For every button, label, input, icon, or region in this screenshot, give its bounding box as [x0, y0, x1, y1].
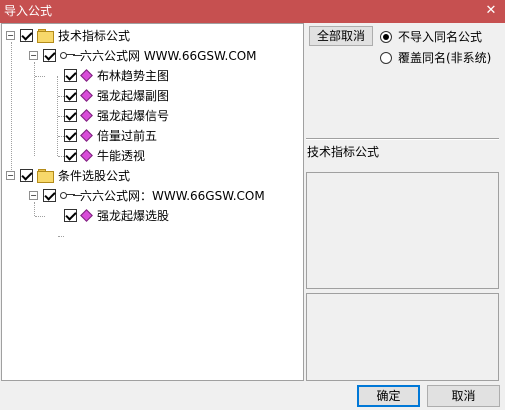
item-label: 倍量过前五 — [97, 128, 158, 143]
radio-skip-label: 不导入同名公式 — [398, 30, 483, 44]
key-icon — [60, 50, 76, 60]
formula-icon — [81, 69, 91, 82]
collapse-icon[interactable]: − — [29, 50, 38, 60]
tree-group-technical[interactable]: − 技术指标公式 — [6, 25, 130, 45]
key-icon — [60, 190, 76, 200]
item-checkbox[interactable] — [64, 88, 77, 102]
window-title: 导入公式 — [4, 4, 53, 18]
group-label: 技术指标公式 — [58, 28, 131, 43]
item-label: 强龙起爆选股 — [97, 208, 170, 223]
radio-overwrite-dot[interactable] — [380, 51, 392, 64]
collapse-icon[interactable]: − — [29, 190, 38, 200]
cancel-button[interactable]: 取消 — [427, 385, 500, 407]
item-label: 牛能透视 — [97, 148, 146, 163]
tree-item[interactable]: 倍量过前五 — [64, 125, 157, 145]
ok-button[interactable]: 确定 — [357, 385, 420, 407]
formula-icon — [81, 129, 91, 142]
collapse-icon[interactable]: − — [6, 170, 15, 180]
radio-skip-dot[interactable] — [380, 30, 392, 43]
formula-icon — [81, 149, 91, 162]
formula-description-panel[interactable] — [306, 293, 499, 381]
tree-connector — [11, 42, 12, 176]
tree-group-stock-selection[interactable]: − 条件选股公式 — [6, 165, 130, 185]
item-checkbox[interactable] — [64, 68, 77, 82]
radio-overwrite-duplicates[interactable]: 覆盖同名(非系统) — [380, 49, 491, 66]
item-label: 布林趋势主图 — [97, 68, 170, 83]
group-checkbox[interactable] — [20, 28, 33, 42]
cancel-all-button[interactable]: 全部取消 — [309, 26, 373, 46]
source-checkbox[interactable] — [43, 48, 56, 62]
tree-item[interactable]: 布林趋势主图 — [64, 65, 169, 85]
collapse-icon[interactable]: − — [6, 30, 15, 40]
item-label: 强龙起爆副图 — [97, 88, 170, 103]
formula-detail-panel[interactable] — [306, 172, 499, 289]
tree-source-node[interactable]: − 六六公式网 WWW.66GSW.COM — [29, 45, 257, 65]
formula-icon — [81, 209, 91, 222]
item-checkbox[interactable] — [64, 208, 77, 222]
folder-icon — [37, 169, 54, 183]
tree-item[interactable]: 牛能透视 — [64, 145, 145, 165]
item-label: 强龙起爆信号 — [97, 108, 170, 123]
tree-connector — [35, 216, 45, 217]
group-checkbox[interactable] — [20, 168, 33, 182]
radio-overwrite-label: 覆盖同名(非系统) — [398, 51, 492, 65]
radio-skip-duplicates[interactable]: 不导入同名公式 — [380, 28, 482, 45]
item-checkbox[interactable] — [64, 108, 77, 122]
formula-tree[interactable]: − 技术指标公式 − 六六公式网 WWW.66GSW.COM 布林趋势主图 强龙… — [1, 23, 304, 381]
folder-icon — [37, 29, 54, 43]
tree-item[interactable]: 强龙起爆信号 — [64, 105, 169, 125]
source-checkbox[interactable] — [43, 188, 56, 202]
formula-icon — [81, 89, 91, 102]
formula-icon — [81, 109, 91, 122]
close-icon[interactable]: ✕ — [483, 3, 499, 19]
import-formula-dialog: 导入公式 ✕ − 技术指标公式 − 六六公式网 WWW.66GSW.COM 布林… — [0, 0, 505, 410]
tree-item[interactable]: 强龙起爆选股 — [64, 205, 169, 225]
tree-connector — [58, 236, 64, 237]
source-label: 六六公式网 WWW.66GSW.COM — [80, 48, 257, 63]
tree-item[interactable]: 强龙起爆副图 — [64, 85, 169, 105]
item-checkbox[interactable] — [64, 148, 77, 162]
group-label: 条件选股公式 — [58, 168, 131, 183]
tree-connector — [35, 76, 45, 77]
divider — [306, 138, 499, 140]
tree-source-node[interactable]: − 六六公式网：WWW.66GSW.COM — [29, 185, 265, 205]
formula-type-label: 技术指标公式 — [307, 145, 380, 159]
title-bar[interactable]: 导入公式 ✕ — [0, 0, 505, 23]
source-label: 六六公式网：WWW.66GSW.COM — [80, 188, 265, 203]
item-checkbox[interactable] — [64, 128, 77, 142]
